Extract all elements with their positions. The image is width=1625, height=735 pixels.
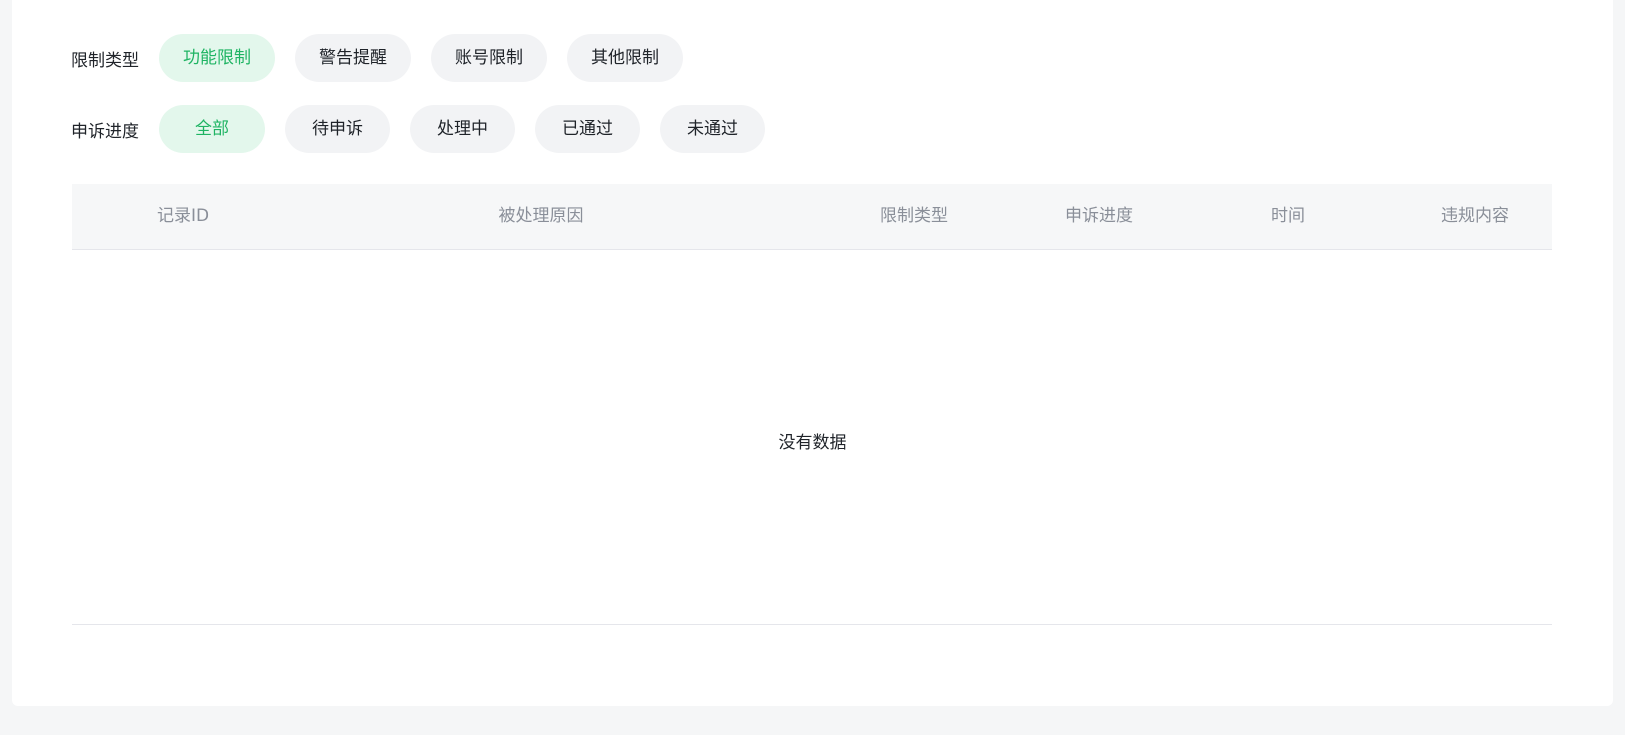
chip-other-restriction[interactable]: 其他限制 (567, 34, 683, 82)
records-panel: 限制类型 功能限制 警告提醒 账号限制 其他限制 申诉进度 全部 待申诉 处理中… (12, 0, 1613, 706)
chip-approved[interactable]: 已通过 (535, 105, 640, 153)
column-header-record-id: 记录ID (156, 206, 210, 226)
chip-rejected[interactable]: 未通过 (660, 105, 765, 153)
chip-all[interactable]: 全部 (159, 105, 265, 153)
chip-account-restriction[interactable]: 账号限制 (431, 34, 547, 82)
column-header-violation-content: 违规内容 (1441, 206, 1509, 226)
chip-pending-appeal[interactable]: 待申诉 (285, 105, 390, 153)
column-header-time: 时间 (1271, 206, 1305, 226)
chip-warning-reminder[interactable]: 警告提醒 (295, 34, 411, 82)
restriction-type-filter: 限制类型 功能限制 警告提醒 账号限制 其他限制 (71, 34, 703, 82)
empty-state-text: 没有数据 (778, 433, 847, 453)
table-header: 记录ID 被处理原因 限制类型 申诉进度 时间 违规内容 (72, 184, 1552, 250)
restriction-type-label: 限制类型 (71, 50, 139, 71)
table-bottom-divider (72, 624, 1552, 625)
chip-processing[interactable]: 处理中 (410, 105, 515, 153)
appeal-progress-label: 申诉进度 (71, 121, 139, 142)
column-header-appeal-progress: 申诉进度 (1065, 206, 1133, 226)
column-header-reason: 被处理原因 (498, 206, 584, 226)
column-header-restriction-type: 限制类型 (880, 206, 948, 226)
appeal-progress-filter: 申诉进度 全部 待申诉 处理中 已通过 未通过 (71, 105, 785, 153)
chip-function-restriction[interactable]: 功能限制 (159, 34, 275, 82)
